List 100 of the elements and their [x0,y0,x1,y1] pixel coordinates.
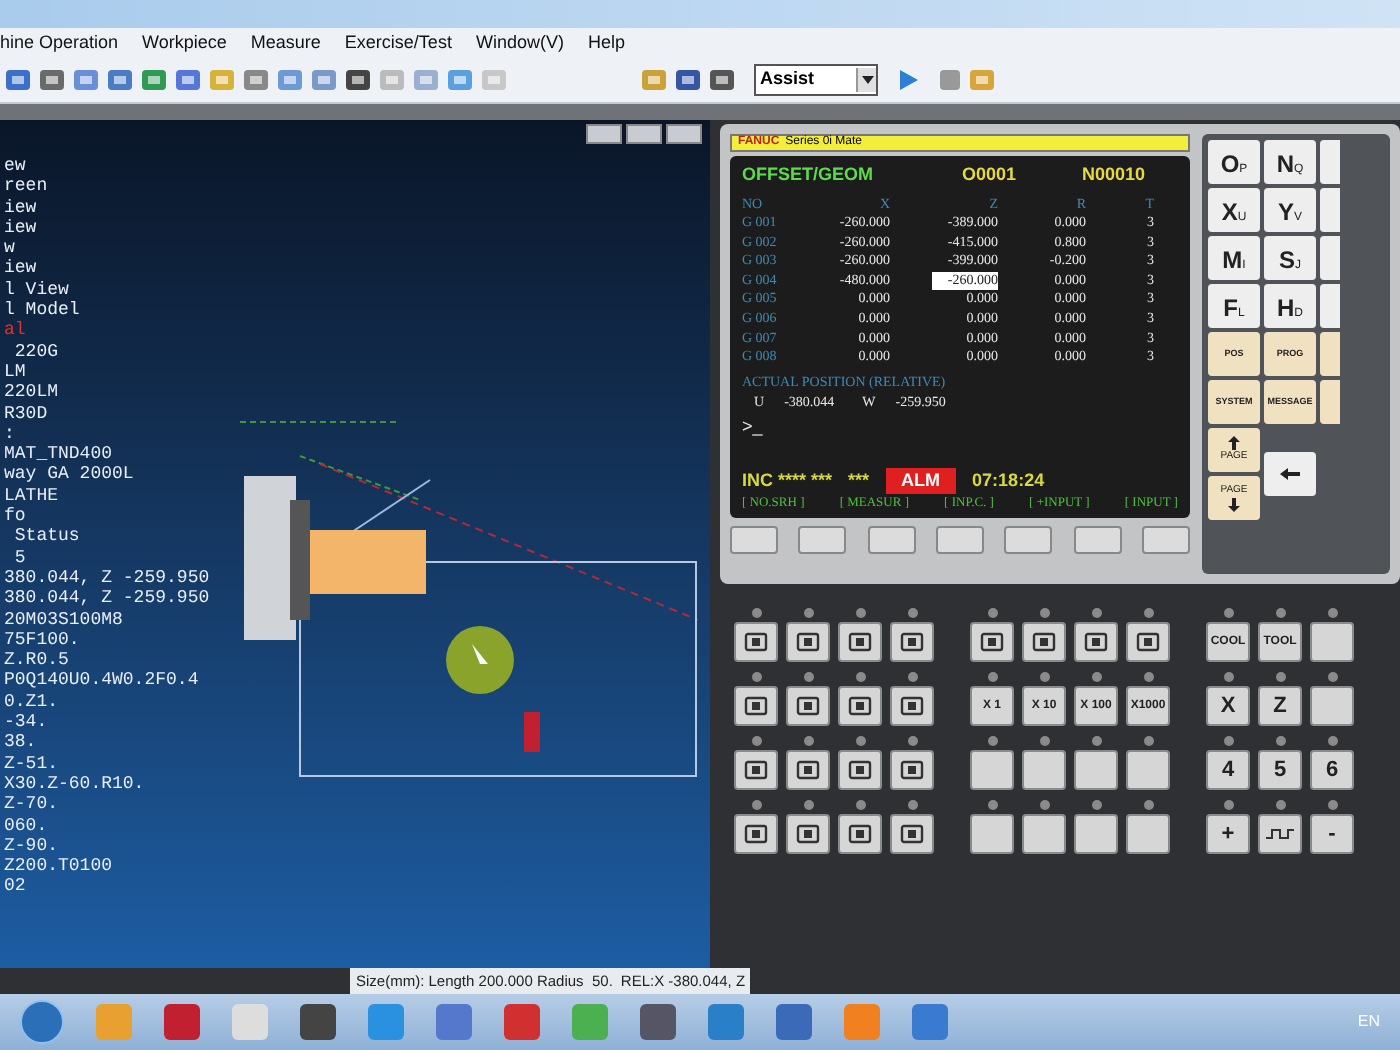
indicator-light-icon [751,608,761,618]
softkey-button[interactable] [798,526,847,554]
toolbar-tool-icon[interactable] [174,66,202,94]
softkey-button[interactable] [1004,526,1053,554]
symbol-icon [848,632,872,652]
axis-key[interactable]: + [1206,814,1250,854]
indicator-light-icon [1327,608,1337,618]
app-icon[interactable] [912,1004,948,1040]
down-arrow-icon [1228,498,1240,513]
symbol-icon [796,696,820,716]
toolbar-tool-icon[interactable] [344,66,372,94]
panel-button[interactable] [970,622,1014,662]
symbol-icon [900,696,924,716]
indicator-light-icon [907,736,917,746]
panel-button[interactable] [786,814,830,854]
tree-text: 5 [12,547,26,568]
mode-dropdown[interactable]: Assist [754,64,878,96]
play-icon[interactable] [896,68,920,92]
symbol-icon [744,696,768,716]
indicator-light-icon [1327,736,1337,746]
panel-button[interactable] [786,750,830,790]
cursor-left-key[interactable] [1264,452,1316,496]
menu-item[interactable]: Window(V) [475,29,564,57]
toolbar-tool-icon[interactable] [106,66,134,94]
panel-button[interactable] [734,750,778,790]
symbol-icon [980,632,1004,652]
tree-text: Z200.T0100 [4,856,113,877]
menu-item[interactable]: Help [587,29,625,57]
restore-icon[interactable] [626,124,662,144]
panel-button[interactable] [786,686,830,726]
indicator-light-icon [1327,672,1337,682]
indicator-light-icon [1223,672,1233,682]
tree-text: l View [4,279,69,301]
panel-button[interactable] [838,814,882,854]
panel-button[interactable] [838,686,882,726]
panel-button[interactable] [890,750,934,790]
panel-button[interactable] [890,622,934,662]
indicator-light-icon [907,800,917,810]
tree-text: LM [4,361,26,383]
axis-key[interactable]: 5 [1258,750,1302,790]
panel-button[interactable] [1074,622,1118,662]
panel-button[interactable] [838,750,882,790]
tree-text: al [4,320,26,342]
tree-text: iew [4,197,37,218]
indicator-light-icon [1223,608,1233,618]
symbol-icon [900,824,924,844]
panel-button[interactable] [1126,622,1170,662]
softkey-button[interactable] [935,526,984,554]
indicator-light-icon [1039,800,1049,810]
panel-button[interactable] [786,622,830,662]
symbol-icon [1136,632,1160,652]
symbol-icon [1032,632,1056,652]
panel-button[interactable] [1258,814,1302,854]
app-icon[interactable] [300,1004,336,1040]
close-icon[interactable] [666,124,702,144]
indicator-light-icon [1275,800,1285,810]
panel-button[interactable] [890,814,934,854]
softkey-button[interactable] [1073,526,1122,554]
app-icon[interactable] [504,1004,540,1040]
indicator-light-icon [1143,672,1153,682]
menu-item[interactable]: hine Operation [0,29,119,57]
indicator-light-icon [1091,608,1101,618]
panel-button[interactable] [838,622,882,662]
menu-item[interactable]: Measure [250,29,321,57]
tree-text: LATHE [4,485,59,507]
app-icon[interactable] [436,1004,472,1040]
axis-key[interactable]: X [1206,686,1250,726]
menu-item[interactable]: Exercise/Test [344,29,452,57]
softkey-button[interactable] [730,526,778,554]
app-icon[interactable] [708,1004,744,1040]
toolbar-tool-icon[interactable] [4,66,32,94]
softkey-button[interactable] [1141,526,1190,554]
app-icon[interactable] [164,1004,200,1040]
app-icon[interactable] [368,1004,404,1040]
indicator-light-icon [1275,608,1285,618]
indicator-light-icon [751,736,761,746]
up-arrow-icon [1228,435,1240,450]
panel-button[interactable] [734,814,778,854]
minimize-icon[interactable] [586,124,622,144]
axis-key[interactable]: 6 [1310,750,1354,790]
menu-item[interactable]: Workpiece [142,29,227,57]
panel-button[interactable] [734,622,778,662]
app-icon[interactable] [776,1004,812,1040]
softkey-button[interactable] [867,526,916,554]
stop-icon[interactable] [938,68,962,92]
indicator-light-icon [803,800,813,810]
panel-button[interactable] [890,686,934,726]
tree-text: Z.R0.5 [4,650,69,671]
symbol-icon [900,760,924,780]
indicator-light-icon [751,672,761,682]
axis-key[interactable]: 4 [1206,750,1250,790]
axis-key[interactable]: - [1310,814,1354,854]
panel-button[interactable] [734,686,778,726]
toolbar-tool-icon[interactable] [38,66,66,94]
axis-key[interactable]: Z [1258,686,1302,726]
app-icon[interactable] [640,1004,676,1040]
tree-text: -34. [4,712,48,733]
start-orb-icon[interactable] [20,1000,64,1044]
symbol-icon [1084,632,1108,652]
panel-button[interactable] [1022,622,1066,662]
